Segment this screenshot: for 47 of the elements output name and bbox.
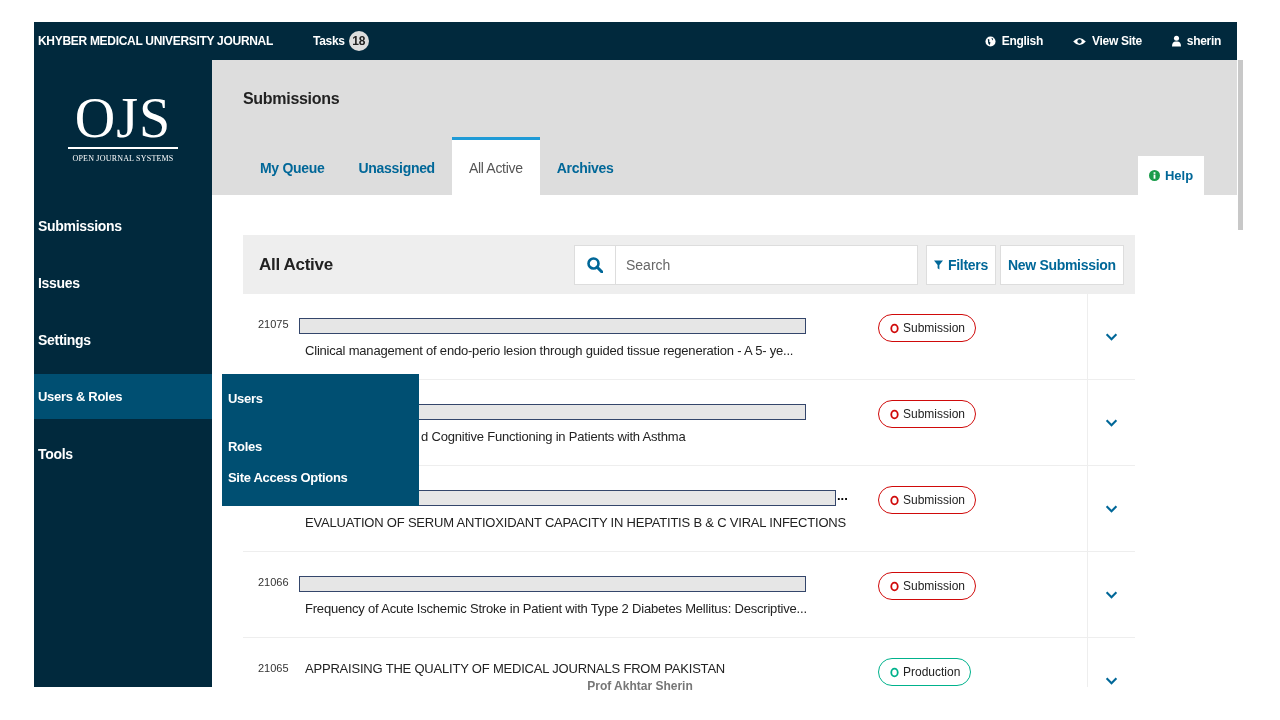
tab[interactable]: My Queue: [243, 137, 342, 195]
caption-text: Prof Akhtar Sherin: [587, 679, 693, 693]
sidebar-item[interactable]: Submissions: [34, 203, 212, 248]
chevron-down-icon: [1105, 676, 1118, 685]
search-field[interactable]: Search: [615, 244, 918, 285]
submission-id: 21066: [258, 575, 290, 588]
search-icon: [574, 244, 615, 285]
tab[interactable]: Archives: [539, 137, 631, 195]
task-count-badge: 18: [348, 31, 369, 51]
submission-id: 21075: [258, 317, 290, 330]
chevron-down-icon: [1105, 504, 1118, 513]
scrollbar[interactable]: [1238, 60, 1243, 230]
logo-mark: OJS: [74, 92, 172, 143]
site-title[interactable]: KHYBER MEDICAL UNIVERSITY JOURNAL: [38, 34, 274, 48]
submenu-item[interactable]: Site Access Options: [222, 470, 419, 506]
filters-button[interactable]: Filters: [926, 244, 996, 285]
tab[interactable]: All Active: [451, 137, 540, 195]
view-site-link[interactable]: View Site: [1073, 34, 1142, 48]
sidebar-item[interactable]: Settings: [34, 317, 212, 362]
chevron-down-icon: [1105, 332, 1118, 341]
chevron-down-icon: [1105, 418, 1118, 427]
submission-title[interactable]: EVALUATION OF SERUM ANTIOXIDANT CAPACITY IN HEPATITIS B & C VIRAL INFECTIONS: [305, 515, 878, 530]
tab[interactable]: Unassigned: [341, 137, 452, 195]
user-icon: [1171, 35, 1181, 47]
ellipsis: ...: [837, 488, 848, 503]
chevron-down-icon: [1105, 590, 1118, 599]
filter-icon: [934, 259, 943, 270]
sidebar-item[interactable]: Issues: [34, 260, 212, 305]
logo-tagline: OPEN JOURNAL SYSTEMS: [72, 153, 174, 163]
info-icon: [1148, 170, 1160, 181]
tasks-link[interactable]: Tasks: [313, 34, 345, 48]
sidebar-item[interactable]: Tools: [34, 431, 212, 476]
submission-title[interactable]: Clinical management of endo-perio lesion through guided tissue regeneration - A 5- ye...: [305, 343, 878, 358]
help-tab[interactable]: Help: [1138, 156, 1204, 195]
submenu-item[interactable]: Users: [222, 374, 419, 422]
submission-title[interactable]: Frequency of Acute Ischemic Stroke in Patient with Type 2 Diabetes Mellitus: Descriptive...: [305, 601, 878, 616]
submission-id: 21065: [258, 661, 290, 674]
submission-title[interactable]: APPRAISING THE QUALITY OF MEDICAL JOURNALS FROM PAKISTAN: [305, 661, 726, 676]
page-title: Submissions: [243, 90, 341, 109]
new-submission-button[interactable]: New Submission: [999, 244, 1124, 285]
language-link[interactable]: English: [984, 34, 1043, 48]
submission-title[interactable]: d Cognitive Functioning in Patients with Asthma: [421, 429, 878, 444]
user-menu-link[interactable]: sherin: [1171, 34, 1221, 48]
list-title: All Active: [259, 254, 334, 275]
submenu-item[interactable]: Roles: [222, 422, 419, 470]
eye-icon: [1073, 36, 1086, 46]
globe-icon: [984, 35, 996, 47]
